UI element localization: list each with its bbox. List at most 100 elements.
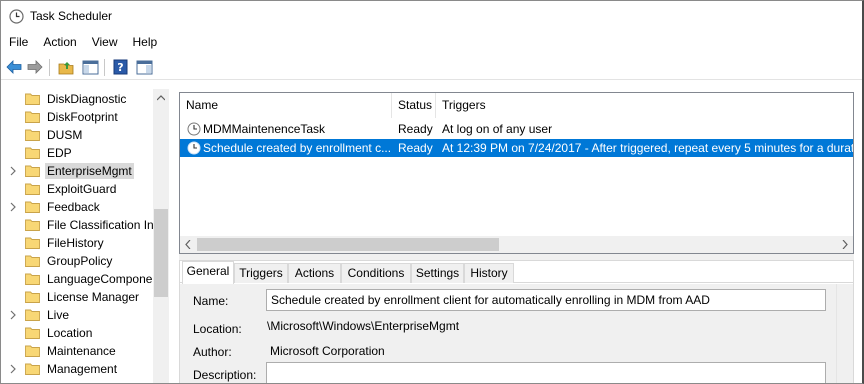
scroll-left-arrow-icon[interactable] (185, 240, 191, 249)
tree-item-label: GroupPolicy (47, 254, 113, 268)
tree-scrollbar-thumb[interactable] (154, 209, 168, 297)
folder-icon (25, 309, 40, 321)
tree-item-label: DiskFootprint (47, 110, 118, 124)
toolbar-separator (49, 59, 50, 76)
tree-item[interactable]: EnterpriseMgmt (1, 162, 153, 180)
help-icon[interactable]: ? (111, 58, 129, 76)
tree-item-label: FileHistory (47, 236, 104, 250)
tree-item[interactable]: Management (1, 360, 153, 378)
tab-history[interactable]: History (464, 263, 514, 283)
svg-text:?: ? (117, 61, 123, 74)
tree-item-label: ExploitGuard (47, 182, 117, 196)
tree-item[interactable]: License Manager (1, 288, 153, 306)
task-list[interactable]: Name Status Triggers MDMMaintenenceTask … (179, 92, 854, 254)
folder-icon (25, 129, 40, 141)
scroll-right-arrow-icon[interactable] (842, 240, 848, 249)
details-vertical-scrollbar[interactable] (836, 284, 853, 383)
general-tab-content: Name: Schedule created by enrollment cli… (180, 284, 853, 383)
tree-item[interactable]: LanguageCompone (1, 270, 153, 288)
author-label: Author: (193, 345, 232, 359)
task-list-scrollbar-thumb[interactable] (197, 238, 499, 251)
column-header-name[interactable]: Name (180, 93, 392, 118)
tab-settings[interactable]: Settings (411, 263, 464, 283)
folder-icon (25, 147, 40, 159)
tree-item[interactable]: Location (1, 324, 153, 342)
back-arrow-icon[interactable] (5, 58, 23, 76)
name-label: Name: (193, 294, 229, 308)
up-folder-icon[interactable] (57, 58, 75, 76)
column-header-status[interactable]: Status (392, 93, 436, 118)
expand-chevron-icon[interactable] (9, 364, 17, 374)
tree-item[interactable]: DiskDiagnostic (1, 90, 153, 108)
task-row[interactable]: MDMMaintenenceTask Ready At log on of an… (180, 120, 853, 138)
folder-icon (25, 255, 40, 267)
show-hide-action-pane-icon[interactable] (135, 58, 153, 76)
task-details-pane: General Triggers Actions Conditions Sett… (179, 260, 854, 383)
forward-arrow-icon[interactable] (26, 58, 44, 76)
expand-chevron-icon[interactable] (9, 310, 17, 320)
task-list-horizontal-scrollbar[interactable] (180, 236, 853, 253)
clock-app-icon (9, 9, 24, 24)
tree-item[interactable]: File Classification In (1, 216, 154, 234)
tab-general[interactable]: General (182, 261, 234, 284)
folder-icon (25, 183, 40, 195)
task-row-selected[interactable]: Schedule created by enrollment c... Read… (180, 139, 853, 157)
tree-item[interactable]: DiskFootprint (1, 108, 153, 126)
menu-file[interactable]: File (1, 32, 35, 53)
menu-view[interactable]: View (84, 32, 125, 53)
tree-item-label: File Classification In (47, 218, 154, 232)
folder-icon (25, 165, 40, 177)
task-clock-icon (187, 122, 201, 136)
tab-actions[interactable]: Actions (288, 263, 341, 283)
folder-icon (25, 111, 40, 123)
details-tab-strip: General Triggers Actions Conditions Sett… (180, 261, 853, 284)
task-trigger: At log on of any user (442, 122, 553, 136)
tab-triggers[interactable]: Triggers (234, 263, 288, 283)
tree-item-label: EnterpriseMgmt (45, 163, 134, 179)
tree-item-label: Location (47, 326, 93, 340)
folder-icon (25, 93, 40, 105)
folder-icon (25, 345, 40, 357)
show-hide-console-tree-icon[interactable] (81, 58, 99, 76)
tree-item[interactable]: Maintenance (1, 342, 153, 360)
tree-item[interactable]: Feedback (1, 198, 153, 216)
menu-action[interactable]: Action (35, 32, 83, 53)
tab-conditions[interactable]: Conditions (341, 263, 411, 283)
tree-item-label: Feedback (47, 200, 100, 214)
expand-chevron-icon[interactable] (9, 166, 17, 176)
name-field[interactable]: Schedule created by enrollment client fo… (266, 289, 826, 311)
tree-item-label: License Manager (47, 290, 140, 304)
tree-item[interactable]: FileHistory (1, 234, 153, 252)
tree-item[interactable]: DUSM (1, 126, 153, 144)
task-name: MDMMaintenenceTask (203, 122, 326, 136)
task-clock-icon (187, 141, 201, 155)
tree-item-label: DiskDiagnostic (47, 92, 127, 106)
folder-icon (25, 327, 40, 339)
task-scheduler-window: Task Scheduler File Action View Help ? D… (0, 0, 864, 384)
description-field[interactable] (266, 362, 826, 383)
task-status: Ready (398, 122, 433, 136)
tree-item-label: EDP (47, 146, 72, 160)
tree-item[interactable]: ExploitGuard (1, 180, 153, 198)
tree-item-label: Maintenance (47, 344, 116, 358)
tree-item[interactable]: GroupPolicy (1, 252, 153, 270)
folder-icon (25, 273, 40, 285)
column-header-triggers[interactable]: Triggers (436, 93, 853, 118)
menu-bar: File Action View Help (1, 32, 862, 53)
tree-item-label: Management (47, 362, 118, 376)
tree-item-label: Live (47, 308, 70, 322)
description-label: Description: (193, 368, 257, 382)
scroll-up-arrow-icon[interactable] (157, 95, 165, 101)
expand-chevron-icon[interactable] (9, 202, 17, 212)
tree-item[interactable]: EDP (1, 144, 153, 162)
toolbar-separator (104, 59, 105, 76)
author-value: Microsoft Corporation (270, 344, 385, 358)
location-value: \Microsoft\Windows\EnterpriseMgmt (267, 319, 460, 333)
tree-item[interactable]: Live (1, 306, 153, 324)
tree-vertical-scrollbar[interactable] (153, 89, 169, 383)
menu-help[interactable]: Help (125, 32, 165, 53)
folder-icon (25, 237, 40, 249)
task-name: Schedule created by enrollment c... (203, 141, 392, 155)
console-tree[interactable]: DiskDiagnostic DiskFootprint DUSM EDP Enterp… (1, 89, 169, 383)
location-label: Location: (193, 322, 242, 336)
